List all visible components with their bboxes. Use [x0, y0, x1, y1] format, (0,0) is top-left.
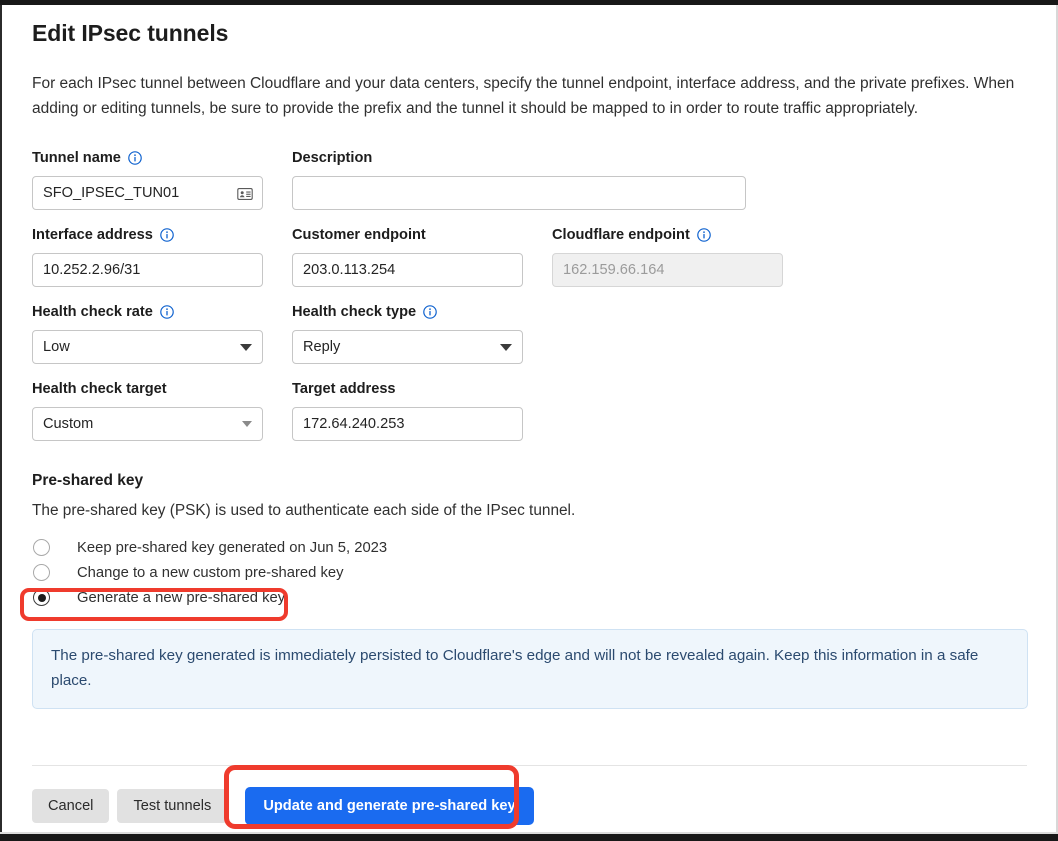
- label-description-text: Description: [292, 149, 372, 168]
- field-health-check-target: Health check target Custom: [32, 364, 263, 441]
- pre-shared-key-heading: Pre-shared key: [32, 470, 1026, 491]
- label-cloudflare-endpoint: Cloudflare endpoint: [552, 224, 783, 246]
- label-target-address: Target address: [292, 378, 523, 400]
- info-icon[interactable]: [160, 228, 174, 242]
- label-cloudflare-endpoint-text: Cloudflare endpoint: [552, 226, 690, 245]
- health-check-type-value: Reply: [303, 339, 340, 355]
- target-address-input[interactable]: 172.64.240.253: [292, 407, 523, 441]
- label-customer-endpoint-text: Customer endpoint: [292, 226, 426, 245]
- label-health-check-type: Health check type: [292, 301, 523, 323]
- field-interface-address: Interface address 10.252.2.96/31: [32, 210, 263, 287]
- cloudflare-endpoint-value: 162.159.66.164: [563, 262, 664, 278]
- form-row-4: Health check target Custom Target addres…: [32, 364, 1026, 441]
- label-interface-address: Interface address: [32, 224, 263, 246]
- info-icon[interactable]: [697, 228, 711, 242]
- health-check-rate-select[interactable]: Low: [32, 330, 263, 364]
- label-tunnel-name-text: Tunnel name: [32, 149, 121, 168]
- pre-shared-key-radio-group: Keep pre-shared key generated on Jun 5, …: [32, 522, 1026, 610]
- chevron-down-icon: [242, 421, 252, 427]
- label-health-check-target: Health check target: [32, 378, 263, 400]
- footer-divider: [32, 765, 1027, 766]
- interface-address-value: 10.252.2.96/31: [43, 262, 140, 278]
- pre-shared-key-description: The pre-shared key (PSK) is used to auth…: [32, 491, 1026, 522]
- edit-ipsec-tunnels-screen: Edit IPsec tunnels For each IPsec tunnel…: [0, 0, 1058, 841]
- label-target-address-text: Target address: [292, 380, 396, 399]
- radio-option-generate-label: Generate a new pre-shared key: [77, 590, 285, 606]
- cloudflare-endpoint-input: 162.159.66.164: [552, 253, 783, 287]
- field-target-address: Target address 172.64.240.253: [292, 364, 523, 441]
- update-and-generate-button[interactable]: Update and generate pre-shared key: [245, 787, 533, 825]
- radio-option-change[interactable]: Change to a new custom pre-shared key: [32, 560, 1026, 585]
- health-check-target-select[interactable]: Custom: [32, 407, 263, 441]
- label-health-check-rate-text: Health check rate: [32, 303, 153, 322]
- radio-icon[interactable]: [33, 539, 50, 556]
- health-check-rate-value: Low: [43, 339, 70, 355]
- test-tunnels-button[interactable]: Test tunnels: [117, 789, 227, 823]
- label-customer-endpoint: Customer endpoint: [292, 224, 523, 246]
- form-row-2: Interface address 10.252.2.96/31: [32, 210, 1026, 287]
- info-icon[interactable]: [423, 305, 437, 319]
- customer-endpoint-value: 203.0.113.254: [303, 262, 395, 278]
- radio-option-generate[interactable]: Generate a new pre-shared key: [32, 585, 1026, 610]
- tunnel-name-input[interactable]: SFO_IPSEC_TUN01: [32, 176, 263, 210]
- radio-icon[interactable]: [33, 564, 50, 581]
- label-description: Description: [292, 147, 746, 169]
- interface-address-input[interactable]: 10.252.2.96/31: [32, 253, 263, 287]
- page-title: Edit IPsec tunnels: [32, 5, 1026, 48]
- page-description: For each IPsec tunnel between Cloudflare…: [32, 48, 1037, 121]
- field-customer-endpoint: Customer endpoint 203.0.113.254: [292, 210, 523, 287]
- field-tunnel-name: Tunnel name SFO_IPSEC_TUN01: [32, 147, 263, 210]
- info-banner: The pre-shared key generated is immediat…: [32, 629, 1028, 709]
- capture-edge-bottom: [0, 834, 1058, 841]
- radio-option-keep[interactable]: Keep pre-shared key generated on Jun 5, …: [32, 535, 1026, 560]
- contact-card-icon[interactable]: [237, 186, 253, 202]
- tunnel-form: Tunnel name SFO_IPSEC_TUN01: [32, 121, 1026, 441]
- label-tunnel-name: Tunnel name: [32, 147, 263, 169]
- form-row-1: Tunnel name SFO_IPSEC_TUN01: [32, 147, 1026, 210]
- dialog-panel: Edit IPsec tunnels For each IPsec tunnel…: [2, 5, 1056, 832]
- field-health-check-type: Health check type Reply: [292, 287, 523, 364]
- label-health-check-rate: Health check rate: [32, 301, 263, 323]
- health-check-type-select[interactable]: Reply: [292, 330, 523, 364]
- info-icon[interactable]: [160, 305, 174, 319]
- field-health-check-rate: Health check rate Low: [32, 287, 263, 364]
- radio-icon-selected[interactable]: [33, 589, 50, 606]
- radio-option-change-label: Change to a new custom pre-shared key: [77, 565, 344, 581]
- health-check-target-value: Custom: [43, 416, 93, 432]
- label-health-check-target-text: Health check target: [32, 380, 167, 399]
- tunnel-name-value: SFO_IPSEC_TUN01: [43, 185, 179, 201]
- label-interface-address-text: Interface address: [32, 226, 153, 245]
- field-cloudflare-endpoint: Cloudflare endpoint 162.159.66.164: [552, 210, 783, 287]
- description-input[interactable]: [292, 176, 746, 210]
- footer-actions: Cancel Test tunnels Update and generate …: [32, 787, 534, 825]
- info-icon[interactable]: [128, 151, 142, 165]
- chevron-down-icon: [240, 344, 252, 351]
- pre-shared-key-section: Pre-shared key The pre-shared key (PSK) …: [32, 441, 1026, 709]
- label-health-check-type-text: Health check type: [292, 303, 416, 322]
- cancel-button[interactable]: Cancel: [32, 789, 109, 823]
- target-address-value: 172.64.240.253: [303, 416, 404, 432]
- info-banner-text: The pre-shared key generated is immediat…: [51, 643, 1009, 693]
- form-row-3: Health check rate Low: [32, 287, 1026, 364]
- radio-option-keep-label: Keep pre-shared key generated on Jun 5, …: [77, 540, 387, 556]
- customer-endpoint-input[interactable]: 203.0.113.254: [292, 253, 523, 287]
- chevron-down-icon: [500, 344, 512, 351]
- field-description: Description: [292, 147, 746, 210]
